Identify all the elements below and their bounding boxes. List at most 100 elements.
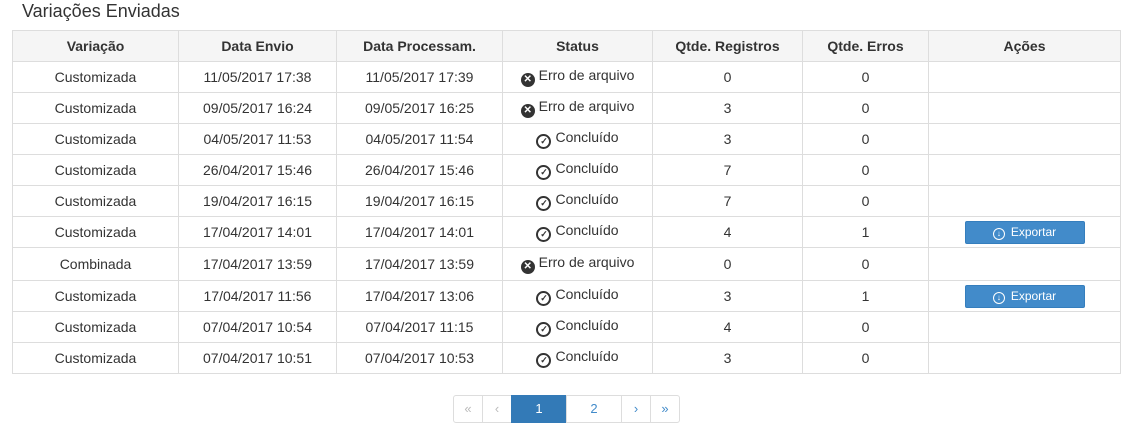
cell-variacao: Customizada xyxy=(12,92,179,124)
cell-data-processamento-text: 17/04/2017 14:01 xyxy=(365,224,474,240)
cell-acoes xyxy=(928,185,1121,217)
cell-acoes: ↓ Exportar xyxy=(928,280,1121,312)
cell-data-processamento: 07/04/2017 11:15 xyxy=(336,311,503,343)
cell-data-processamento: 17/04/2017 14:01 xyxy=(336,216,503,248)
pagination-next-button[interactable]: › xyxy=(621,395,651,423)
cell-data-processamento-text: 17/04/2017 13:59 xyxy=(365,256,474,272)
cell-data-processamento: 17/04/2017 13:06 xyxy=(336,280,503,312)
cell-qtde-erros: 0 xyxy=(802,342,929,374)
cell-qtde-registros-text: 3 xyxy=(723,288,732,304)
column-header-data-processamento[interactable]: Data Processam. xyxy=(336,30,503,62)
pagination-page-1[interactable]: 1 xyxy=(511,395,567,423)
cell-variacao: Customizada xyxy=(12,185,179,217)
table-row: Customizada 09/05/2017 16:24 09/05/2017 16… xyxy=(12,92,1121,124)
column-header-data-envio[interactable]: Data Envio xyxy=(178,30,337,62)
status-label: Erro de arquivo xyxy=(538,67,635,83)
cell-acoes xyxy=(928,342,1121,374)
cell-status: ✓ Concluído xyxy=(502,311,653,343)
cell-data-envio: 26/04/2017 15:46 xyxy=(178,154,337,186)
cell-qtde-erros: 1 xyxy=(802,216,929,248)
cell-qtde-erros-text: 0 xyxy=(861,162,870,178)
cell-qtde-registros-text: 4 xyxy=(723,224,732,240)
pagination-last-button[interactable]: » xyxy=(650,395,680,423)
cell-status: ✓ Concluído xyxy=(502,280,653,312)
cell-data-envio-text: 07/04/2017 10:54 xyxy=(203,319,312,335)
check-circle-icon: ✓ xyxy=(536,291,552,306)
column-header-status[interactable]: Status xyxy=(502,30,653,62)
cell-variacao: Customizada xyxy=(12,216,179,248)
cell-status: ✕ Erro de arquivo xyxy=(502,247,653,281)
cell-qtde-registros-text: 3 xyxy=(723,350,732,366)
check-circle-icon: ✓ xyxy=(536,322,552,337)
export-button[interactable]: ↓ Exportar xyxy=(964,284,1085,308)
cell-data-processamento-text: 19/04/2017 16:15 xyxy=(365,193,474,209)
cell-qtde-erros: 0 xyxy=(802,61,929,93)
table-row: Customizada 17/04/2017 14:01 17/04/2017 14… xyxy=(12,216,1121,248)
pagination: « ‹ 1 2 › » xyxy=(453,395,680,423)
column-header-variacao[interactable]: Variação xyxy=(12,30,179,62)
cell-qtde-registros: 0 xyxy=(652,61,803,93)
cell-qtde-erros: 1 xyxy=(802,280,929,312)
cell-qtde-registros-text: 0 xyxy=(723,256,732,272)
check-circle-icon: ✓ xyxy=(536,134,552,149)
cell-qtde-registros-text: 0 xyxy=(723,69,732,85)
export-button[interactable]: ↓ Exportar xyxy=(964,220,1085,244)
cell-variacao: Customizada xyxy=(12,154,179,186)
pagination-prev-button[interactable]: ‹ xyxy=(482,395,512,423)
cell-data-processamento: 07/04/2017 10:53 xyxy=(336,342,503,374)
status-label: Concluído xyxy=(555,160,619,176)
table-row: Customizada 26/04/2017 15:46 26/04/2017 15… xyxy=(12,154,1121,186)
column-header-qtde-erros[interactable]: Qtde. Erros xyxy=(802,30,929,62)
cell-status: ✓ Concluído xyxy=(502,185,653,217)
export-button-label: Exportar xyxy=(1010,224,1057,239)
cell-data-processamento-text: 04/05/2017 11:54 xyxy=(365,131,474,147)
cell-status: ✓ Concluído xyxy=(502,154,653,186)
cell-qtde-erros: 0 xyxy=(802,92,929,124)
column-header-qtde-registros[interactable]: Qtde. Registros xyxy=(652,30,803,62)
table-row: Customizada 17/04/2017 11:56 17/04/2017 13… xyxy=(12,280,1121,312)
cell-qtde-erros-text: 0 xyxy=(861,100,870,116)
pagination-page-2[interactable]: 2 xyxy=(566,395,622,423)
cell-acoes xyxy=(928,92,1121,124)
cell-qtde-erros-text: 1 xyxy=(861,224,870,240)
cell-qtde-registros: 3 xyxy=(652,123,803,155)
cell-qtde-erros: 0 xyxy=(802,185,929,217)
status-label: Concluído xyxy=(555,286,619,302)
cell-qtde-erros: 0 xyxy=(802,154,929,186)
cell-data-processamento-text: 07/04/2017 11:15 xyxy=(365,319,474,335)
cell-data-envio: 17/04/2017 14:01 xyxy=(178,216,337,248)
cell-qtde-registros: 3 xyxy=(652,280,803,312)
table-row: Customizada 07/04/2017 10:51 07/04/2017 10… xyxy=(12,342,1121,374)
cell-data-processamento-text: 26/04/2017 15:46 xyxy=(365,162,474,178)
times-circle-icon: ✕ xyxy=(520,260,535,274)
cell-data-envio-text: 11/05/2017 17:38 xyxy=(203,69,312,85)
status-label: Erro de arquivo xyxy=(538,254,635,270)
download-circle-icon: ↓ xyxy=(992,291,1005,304)
cell-status: ✓ Concluído xyxy=(502,216,653,248)
cell-qtde-registros: 3 xyxy=(652,92,803,124)
status-label: Concluído xyxy=(555,129,619,145)
cell-variacao: Customizada xyxy=(12,311,179,343)
cell-data-processamento: 17/04/2017 13:59 xyxy=(336,247,503,281)
check-circle-icon: ✓ xyxy=(536,196,552,211)
cell-qtde-erros-text: 0 xyxy=(861,131,870,147)
cell-data-processamento: 11/05/2017 17:39 xyxy=(336,61,503,93)
status-label: Concluído xyxy=(555,191,619,207)
table-row: Combinada 17/04/2017 13:59 17/04/2017 13:5… xyxy=(12,247,1121,281)
cell-variacao-text: Customizada xyxy=(54,319,137,335)
cell-variacao-text: Customizada xyxy=(54,131,137,147)
pagination-first-button[interactable]: « xyxy=(453,395,483,423)
cell-qtde-erros-text: 0 xyxy=(861,350,870,366)
cell-data-processamento: 09/05/2017 16:25 xyxy=(336,92,503,124)
cell-variacao: Customizada xyxy=(12,61,179,93)
cell-variacao: Combinada xyxy=(12,247,179,281)
cell-qtde-erros: 0 xyxy=(802,123,929,155)
cell-acoes xyxy=(928,123,1121,155)
cell-status: ✓ Concluído xyxy=(502,342,653,374)
check-circle-icon: ✓ xyxy=(536,165,552,180)
cell-variacao: Customizada xyxy=(12,342,179,374)
variations-table-container: Variação Data Envio Data Processam. Stat… xyxy=(12,30,1121,374)
cell-variacao-text: Customizada xyxy=(54,100,137,116)
cell-acoes xyxy=(928,311,1121,343)
cell-qtde-registros-text: 3 xyxy=(723,100,732,116)
